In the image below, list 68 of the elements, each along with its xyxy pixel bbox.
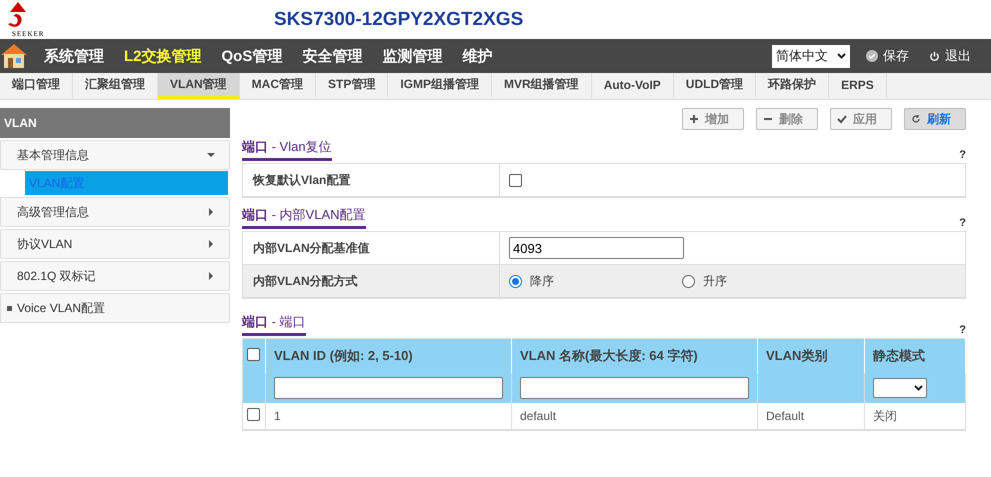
- section-title: 端口 - 内部VLAN配置: [242, 206, 366, 229]
- tab[interactable]: STP管理: [316, 73, 388, 99]
- field-label: 内部VLAN分配方式: [243, 265, 500, 297]
- radio-button[interactable]: [509, 274, 522, 288]
- radio-label: 升序: [703, 272, 727, 290]
- tab[interactable]: 端口管理: [0, 73, 73, 99]
- sidebar-item-label: Voice VLAN配置: [17, 300, 106, 316]
- toolbar-button[interactable]: 刷新: [904, 108, 966, 130]
- sidebar-title: VLAN: [0, 108, 230, 138]
- column-header: VLAN ID (例如: 2, 5-10): [274, 348, 413, 363]
- chevron-down-icon: [837, 53, 846, 59]
- save-link[interactable]: 保存: [883, 47, 909, 65]
- chevron-down-icon: [914, 385, 923, 391]
- home-icon[interactable]: [0, 42, 28, 70]
- filter-select[interactable]: [873, 378, 927, 398]
- refresh-icon: [911, 114, 921, 124]
- tab[interactable]: IGMP组播管理: [388, 73, 492, 99]
- tab[interactable]: MVR组播管理: [492, 73, 592, 99]
- plus-icon: [689, 114, 699, 124]
- main-menu-item[interactable]: L2交换管理: [124, 46, 202, 66]
- main-menu-item[interactable]: 安全管理: [302, 46, 362, 66]
- tab[interactable]: ERPS: [829, 73, 887, 99]
- sidebar-item[interactable]: 协议VLAN: [0, 229, 230, 259]
- column-header: VLAN类别: [766, 348, 828, 363]
- checkbox[interactable]: [247, 348, 260, 361]
- sidebar-item[interactable]: 基本管理信息: [0, 140, 230, 170]
- table-cell: default: [520, 409, 556, 423]
- help-icon[interactable]: ?: [959, 149, 966, 161]
- radio-label: 降序: [530, 272, 554, 290]
- sidebar-item-label: 协议VLAN: [17, 236, 72, 252]
- square-bullet-icon: [7, 306, 12, 310]
- field-label: 恢复默认Vlan配置: [243, 164, 500, 196]
- help-icon[interactable]: ?: [959, 217, 966, 229]
- sidebar-item-label: 基本管理信息: [17, 146, 89, 164]
- page-title: SKS7300-12GPY2XGT2XGS: [274, 8, 524, 30]
- tab[interactable]: 环路保护: [756, 73, 830, 99]
- input-field[interactable]: 4093: [509, 237, 684, 259]
- power-icon: [929, 50, 940, 62]
- sidebar-item[interactable]: 高级管理信息: [0, 197, 230, 227]
- sidebar-item[interactable]: Voice VLAN配置: [0, 293, 230, 323]
- checkbox[interactable]: [247, 408, 260, 421]
- tab[interactable]: Auto-VoIP: [592, 73, 674, 99]
- help-icon[interactable]: ?: [959, 324, 966, 336]
- section-title: 端口 - Vlan复位: [242, 138, 332, 161]
- sidebar-item-label: 802.1Q 双标记: [17, 268, 96, 284]
- column-header: 静态模式: [873, 348, 925, 363]
- table-cell: 1: [274, 409, 281, 423]
- tab[interactable]: UDLD管理: [674, 73, 756, 99]
- column-header: VLAN 名称(最大长度: 64 字符): [520, 348, 698, 363]
- logout-link[interactable]: 退出: [945, 47, 971, 65]
- check-circle-icon: [866, 50, 878, 62]
- main-menu-item[interactable]: 监测管理: [382, 46, 442, 66]
- checkbox[interactable]: [509, 174, 522, 186]
- radio-button[interactable]: [682, 274, 695, 288]
- main-menu-item[interactable]: 维护: [462, 46, 492, 66]
- language-select[interactable]: 简体中文: [772, 44, 850, 68]
- check-icon: [837, 114, 847, 124]
- tab[interactable]: MAC管理: [240, 73, 316, 99]
- table-cell: 关闭: [873, 408, 897, 422]
- filter-field[interactable]: [274, 377, 503, 399]
- sidebar-item[interactable]: 802.1Q 双标记: [0, 261, 230, 291]
- main-menu-item[interactable]: 系统管理: [44, 46, 104, 66]
- filter-field[interactable]: [520, 377, 749, 399]
- table-cell: Default: [766, 409, 804, 423]
- tab[interactable]: VLAN管理: [158, 73, 240, 99]
- main-menu-item[interactable]: QoS管理: [222, 46, 282, 66]
- sidebar-item-label: 高级管理信息: [17, 204, 89, 220]
- section-title: 端口 - 端口: [242, 313, 306, 336]
